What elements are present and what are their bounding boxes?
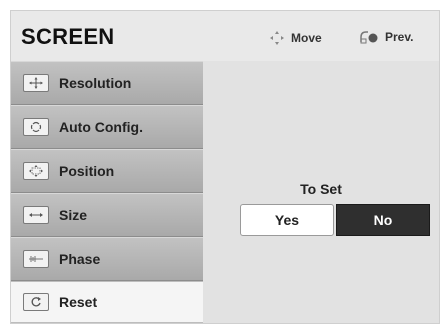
prev-hint: Prev. [359,30,413,44]
sidebar-menu: Resolution Auto Config. Position Size Ph… [11,61,203,323]
osd-header: SCREEN Move Prev. [11,11,439,61]
prev-hint-label: Prev. [385,30,414,44]
move-arrows-icon [270,31,284,45]
menu-item-label: Reset [59,294,98,310]
menu-item-label: Resolution [59,75,132,91]
confirm-prompt: To Set [300,181,342,197]
move-hint-label: Move [291,31,322,45]
menu-item-label: Position [59,163,115,179]
osd-window: SCREEN Move Prev. Resolution Auto Config… [10,10,440,324]
menu-item-reset[interactable]: Reset [11,281,203,323]
size-icon [23,206,49,224]
yes-button[interactable]: Yes [240,204,334,236]
reset-icon [23,293,49,311]
reset-panel: To Set Yes No [203,61,439,323]
auto-config-icon [23,118,49,136]
move-hint: Move [269,30,322,46]
phase-icon [23,250,49,268]
menu-item-phase[interactable]: Phase [11,237,203,281]
menu-item-auto-config[interactable]: Auto Config. [11,105,203,149]
menu-item-position[interactable]: Position [11,149,203,193]
prev-dial-icon [360,31,378,44]
menu-item-resolution[interactable]: Resolution [11,61,203,105]
page-title: SCREEN [21,24,115,49]
menu-item-label: Phase [59,251,101,267]
no-button[interactable]: No [336,204,430,236]
menu-item-label: Size [59,207,88,223]
resolution-icon [23,74,49,92]
position-icon [23,162,49,180]
menu-item-size[interactable]: Size [11,193,203,237]
menu-item-label: Auto Config. [59,119,143,135]
